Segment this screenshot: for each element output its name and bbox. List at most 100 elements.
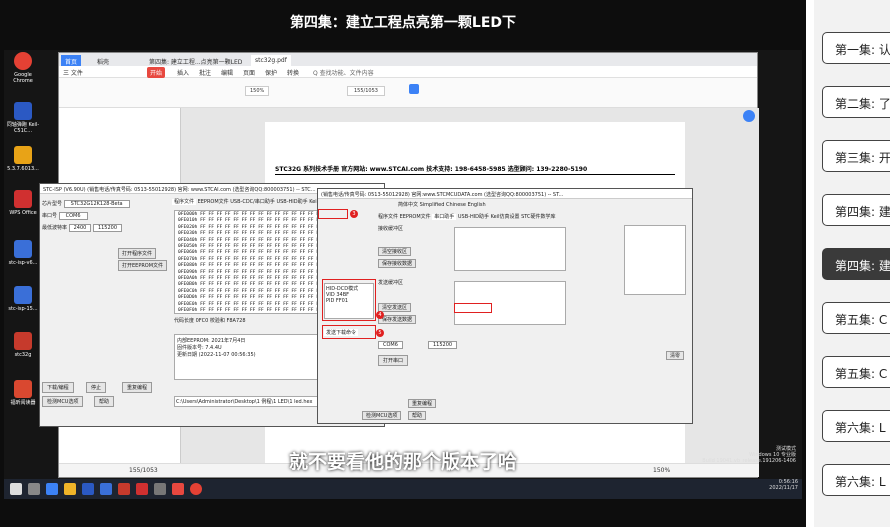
tab-hid-helper[interactable]: USB-HID助手 [458, 214, 489, 220]
clear-count-button[interactable]: 清零 [665, 351, 684, 360]
menu-start[interactable]: 开始 [147, 67, 166, 78]
edge-icon[interactable] [46, 483, 58, 495]
open-eeprom-button[interactable]: 打开EEPROM文件 [118, 260, 168, 271]
lang-sc[interactable]: Simplified Chinese [420, 202, 466, 208]
tab-math-lib[interactable]: STC硬件数学库 [521, 214, 555, 220]
episode-item[interactable]: 第四集: 建 [822, 194, 890, 226]
episode-item[interactable]: 第三集: 开 [822, 140, 890, 172]
zoom-input[interactable]: 150% [245, 86, 270, 96]
episode-item[interactable]: 第五集: C [822, 302, 890, 334]
lang-zh[interactable]: 简体中文 [398, 202, 418, 208]
port-select[interactable]: COM6 [58, 212, 88, 220]
repeat-program-button[interactable]: 重复编程 [122, 382, 153, 393]
video-player[interactable]: 第四集：建立工程点亮第一颗LED下 Google Chrome 同轴弹跑 Kei… [0, 0, 806, 527]
min-baud-select[interactable]: 2400 [68, 224, 92, 232]
pdf-icon[interactable] [118, 483, 130, 495]
desktop-icon-foxit[interactable]: 福昕阅读器 [6, 380, 40, 406]
save-recv-button[interactable]: 保存接收数据 [378, 259, 417, 268]
tab-stc32g-pdf[interactable]: stc32g.pdf [251, 55, 291, 66]
desktop-icon-stc-isp[interactable]: stc-isp-v6... [6, 240, 40, 266]
wps-window: 首页 稻壳 第四集: 建立工程...点亮第一颗LED stc32g.pdf 三 … [39, 52, 759, 478]
download-button[interactable]: 下载/编程 [42, 382, 74, 393]
clear-recv-button[interactable]: 清空接收区 [378, 247, 412, 256]
search-function[interactable]: Q 查找功能、文件内容 [313, 68, 374, 77]
isp2-tab-bar: 程序文件 EEPROM文件 串口助手 USB-HID助手 Keil仿真设置 ST… [378, 213, 556, 220]
episode-item-current[interactable]: 第四集: 建 [822, 248, 890, 280]
stc-isp-window-2: (销售电话/传真号码: 0513-55012928) 官网:www.STCMCU… [317, 188, 693, 424]
menu-protect[interactable]: 保护 [265, 68, 277, 77]
recv-buffer[interactable] [454, 227, 566, 271]
tab-home[interactable]: 首页 [61, 55, 82, 66]
stop-button[interactable]: 停止 [86, 382, 107, 393]
video-title: 第四集：建立工程点亮第一颗LED下 [289, 15, 517, 31]
open-serial-button[interactable]: 打开串口 [378, 355, 409, 366]
recv-label: 接收缓冲区 [378, 226, 404, 232]
episode-item[interactable]: 第一集: 认 [822, 32, 890, 64]
menu-page[interactable]: 页面 [243, 68, 255, 77]
tab-document[interactable]: 第四集: 建立工程...点亮第一颗LED [145, 55, 245, 66]
episode-item[interactable]: 第六集: L [822, 410, 890, 442]
page-next-icon[interactable] [409, 84, 419, 94]
folder-icon[interactable] [64, 483, 76, 495]
help-icon[interactable] [743, 110, 755, 122]
isp-icon[interactable] [100, 483, 112, 495]
tab-serial-helper[interactable]: USB-CDC/串口助手 [230, 199, 275, 205]
max-baud-select[interactable]: 115200 [92, 224, 123, 232]
help-button-2[interactable]: 帮助 [408, 411, 427, 420]
app-icon[interactable] [154, 483, 166, 495]
menu-comment[interactable]: 批注 [199, 68, 211, 77]
desktop-icon-wps[interactable]: WPS Office [6, 190, 40, 216]
annotation-marker: 5 [376, 329, 384, 337]
lang-en[interactable]: English [468, 202, 486, 208]
menu-edit[interactable]: 编辑 [221, 68, 233, 77]
tab-daoke[interactable]: 稻壳 [93, 55, 114, 66]
check-mcu-button[interactable]: 检测MCU选项 [42, 396, 84, 407]
episode-item[interactable]: 第六集: L [822, 464, 890, 496]
start-icon[interactable] [10, 483, 22, 495]
repeat-program-button-2[interactable]: 重复编程 [408, 399, 437, 408]
system-tray: 0:56:16 2022/11/17 [769, 479, 798, 491]
send-label: 发送缓冲区 [378, 280, 404, 286]
tab-hid-helper[interactable]: USB-HID助手 [276, 199, 307, 205]
tab-serial-helper[interactable]: 串口助手 [432, 214, 457, 220]
desktop-icon-keil[interactable]: 同轴弹跑 Keil-C51C... [6, 102, 40, 134]
multi-send-panel[interactable] [624, 225, 686, 295]
chrome-icon[interactable] [190, 483, 202, 495]
desktop-icon-file[interactable]: 5.3.7.6013... [6, 146, 40, 172]
tab-keil-sim[interactable]: Keil仿真设置 [491, 214, 520, 220]
menu-file[interactable]: 三 文件 [63, 68, 83, 77]
keil-icon[interactable] [82, 483, 94, 495]
wps-icon[interactable] [136, 483, 148, 495]
menu-insert[interactable]: 插入 [177, 68, 189, 77]
tab-program-file[interactable]: 程序文件 [172, 199, 197, 205]
episode-item[interactable]: 第五集: C [822, 356, 890, 388]
serial-port-select[interactable]: COM6 [378, 341, 403, 349]
search-icon[interactable] [28, 483, 40, 495]
annotation-box [322, 325, 376, 339]
tab-program-file[interactable]: 程序文件 [378, 214, 398, 220]
page-input[interactable]: 155/1053 [347, 86, 385, 96]
episode-playlist: 第一集: 认 第二集: 了 第三集: 开 第四集: 建 第四集: 建 第五集: … [814, 0, 890, 527]
tab-eeprom-file[interactable]: EEPROM文件 [400, 214, 431, 220]
port-label: 串口号 [42, 213, 58, 219]
annotation-box [454, 303, 492, 313]
check-mcu-button-2[interactable]: 检测MCU选项 [362, 411, 402, 420]
desktop-icon-stc-isp-2[interactable]: stc-isp-15... [6, 286, 40, 312]
tab-eeprom-file[interactable]: EEPROM文件 [198, 199, 229, 205]
pdf-header-text: STC32G 系列技术手册 官方网站: www.STCAI.com 技术支持: … [275, 166, 588, 173]
serial-baud-select[interactable]: 115200 [428, 341, 458, 349]
clear-send-button[interactable]: 清空发送区 [378, 303, 412, 312]
isp2-title: (销售电话/传真号码: 0513-55012928) 官网:www.STCMCU… [318, 189, 692, 199]
desktop-icon-stc32g[interactable]: stc32g [6, 332, 40, 358]
desktop-icon-chrome[interactable]: Google Chrome [6, 52, 40, 84]
help-button[interactable]: 帮助 [94, 396, 115, 407]
wps-tab-bar: 首页 稻壳 第四集: 建立工程...点亮第一颗LED stc32g.pdf [59, 53, 757, 66]
video-subtitle: 就不要看他的那个版本了哈 [288, 451, 517, 473]
menu-convert[interactable]: 转换 [287, 68, 299, 77]
tray-date: 2022/11/17 [769, 485, 798, 491]
open-program-button[interactable]: 打开程序文件 [118, 248, 157, 259]
episode-item[interactable]: 第二集: 了 [822, 86, 890, 118]
recorder-icon[interactable] [172, 483, 184, 495]
checksum-text: 代码长度 0FC0 校验和 F8A728 [174, 318, 246, 324]
chip-select[interactable]: STC32G12K128-Beta [63, 200, 130, 208]
